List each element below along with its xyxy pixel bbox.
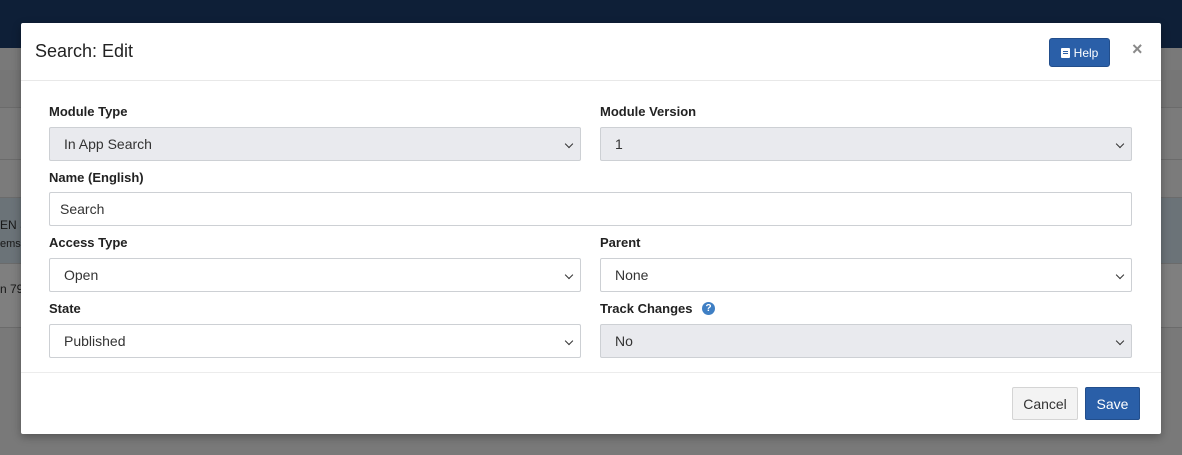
- track-changes-select[interactable]: No: [600, 324, 1132, 358]
- dialog-footer: Cancel Save: [21, 372, 1161, 434]
- module-version-label: Module Version: [600, 104, 697, 119]
- dialog-header: Search: Edit Help ×: [21, 23, 1161, 81]
- access-type-select[interactable]: Open: [49, 258, 581, 292]
- cancel-button[interactable]: Cancel: [1012, 387, 1078, 420]
- book-icon: [1060, 47, 1070, 58]
- track-changes-value: No: [615, 333, 633, 349]
- name-label: Name (English): [49, 170, 144, 185]
- help-button[interactable]: Help: [1049, 38, 1110, 67]
- state-select[interactable]: Published: [49, 324, 581, 358]
- save-button[interactable]: Save: [1085, 387, 1140, 420]
- module-version-select[interactable]: 1: [600, 127, 1132, 161]
- close-icon[interactable]: ×: [1132, 40, 1143, 58]
- edit-dialog: Search: Edit Help × Module Type In App S…: [21, 23, 1161, 434]
- access-type-value: Open: [64, 267, 99, 283]
- name-input[interactable]: Search: [49, 192, 1132, 226]
- access-type-label: Access Type: [49, 235, 128, 250]
- module-type-value: In App Search: [64, 136, 152, 152]
- chevron-down-icon: [1115, 139, 1125, 149]
- state-label: State: [49, 301, 81, 316]
- help-label: Help: [1073, 45, 1099, 60]
- chevron-down-icon: [564, 336, 574, 346]
- chevron-down-icon: [564, 139, 574, 149]
- module-type-label: Module Type: [49, 104, 128, 119]
- chevron-down-icon: [1115, 336, 1125, 346]
- parent-label: Parent: [600, 235, 641, 250]
- module-type-select[interactable]: In App Search: [49, 127, 581, 161]
- parent-value: None: [615, 267, 649, 283]
- module-version-value: 1: [615, 136, 623, 152]
- track-changes-label: Track Changes: [600, 301, 693, 316]
- parent-select[interactable]: None: [600, 258, 1132, 292]
- name-value: Search: [60, 201, 105, 217]
- dialog-title: Search: Edit: [35, 41, 134, 61]
- chevron-down-icon: [564, 270, 574, 280]
- question-icon[interactable]: ?: [702, 302, 715, 315]
- state-value: Published: [64, 333, 126, 349]
- chevron-down-icon: [1115, 270, 1125, 280]
